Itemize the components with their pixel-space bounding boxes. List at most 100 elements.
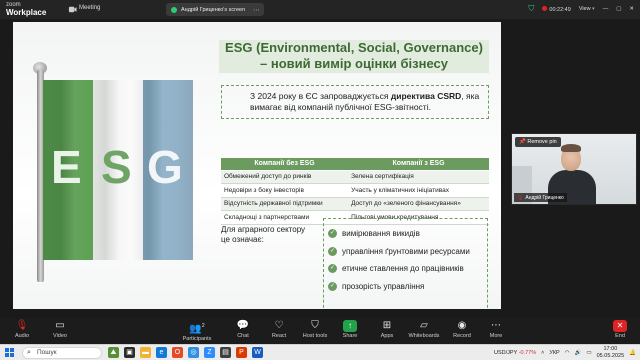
bullet-text: етичне ставлення до працівників	[342, 264, 464, 274]
list-item: ✓ управління ґрунтовими ресурсами	[328, 243, 487, 261]
language-indicator[interactable]: УКР	[549, 350, 559, 356]
maximize-icon[interactable]: ▢	[616, 6, 621, 12]
stock-widget[interactable]: USD/JPY -0.77%	[494, 350, 536, 356]
esg-flag: E S G	[43, 80, 193, 260]
chrome-icon[interactable]: ◎	[188, 347, 199, 358]
share-tab-label: Андрій Гриценко's screen	[181, 6, 246, 13]
heart-icon: ♡	[274, 320, 284, 331]
file-explorer-icon[interactable]: ▬	[140, 347, 151, 358]
people-icon: 👥2	[189, 323, 205, 335]
share-button[interactable]: ↑ Share	[330, 320, 370, 339]
recording-timer: 00:22:49	[542, 5, 571, 13]
table-cell: Зелена сертифікація	[348, 170, 489, 184]
flag-letter-g: G	[147, 141, 183, 193]
participants-button[interactable]: 👥2 Participants	[177, 320, 217, 342]
taskbar-search-input[interactable]: ⌕ Пошук	[22, 347, 102, 359]
timer-text: 00:22:49	[549, 6, 571, 13]
more-label: More	[489, 333, 503, 339]
wifi-icon[interactable]: ◠	[565, 350, 570, 356]
widgets-icon[interactable]: ⛰	[108, 347, 119, 358]
battery-icon[interactable]: ▭	[586, 350, 591, 356]
end-icon: ✕	[613, 320, 627, 332]
ticker-change: -0.77%	[518, 349, 537, 356]
table-row: Відсутність державної підтримки Доступ д…	[221, 197, 489, 211]
volume-icon[interactable]: 🔊	[575, 350, 582, 356]
flag-letter-s: S	[101, 141, 132, 193]
flag-letter-e: E	[51, 141, 82, 193]
react-button[interactable]: ♡ React	[259, 320, 299, 339]
screen-share-tab[interactable]: Андрій Гриценко's screen ⋯	[166, 3, 264, 16]
table-header: Компанії без ESG	[221, 158, 349, 171]
minimize-icon[interactable]: —	[603, 6, 609, 12]
list-item: ✓ прозорість управління	[328, 278, 487, 296]
logo-line2: Workplace	[6, 8, 47, 17]
end-label: End	[615, 333, 625, 339]
table-row: Обмежений доступ до ринків Зелена сертиф…	[221, 170, 489, 184]
callout-text-bold: директива CSRD	[390, 91, 462, 101]
check-icon: ✓	[328, 229, 337, 239]
more-button[interactable]: ⋯ More	[476, 320, 516, 339]
apps-button[interactable]: ⊞ Apps	[367, 320, 407, 339]
more-options-icon[interactable]: ⋯	[253, 6, 260, 14]
clock[interactable]: 17:00 05.05.2025	[597, 346, 625, 359]
table-cell: Відсутність державної підтримки	[221, 197, 349, 211]
security-shield-icon[interactable]: ⛉	[528, 4, 534, 14]
table-header: Компанії з ESG	[348, 158, 489, 171]
remove-pin-button[interactable]: 📌 Remove pin	[515, 137, 561, 147]
pin-icon: 📌	[519, 139, 526, 145]
meeting-toolbar: 🎙 Audio ▭ Video 👥2 Participants 💬 Chat ♡ Reac…	[0, 318, 640, 344]
windows-taskbar: ⌕ Пошук ⛰ ▣ ▬ e O ◎ Z ▤ P W USD/JPY -0.7…	[0, 344, 640, 360]
apps-label: Apps	[380, 333, 394, 339]
chevron-up-icon[interactable]: ˄	[541, 350, 544, 356]
sharing-indicator-icon	[171, 6, 177, 13]
edge-icon[interactable]: e	[156, 347, 167, 358]
recording-dot-icon	[542, 5, 548, 11]
search-icon: ⌕	[27, 349, 31, 356]
more-icon: ⋯	[491, 320, 501, 331]
participant-video-tile[interactable]: 📌 Remove pin 🎙 Андрій Гриценко	[511, 133, 637, 205]
share-icon: ↑	[343, 320, 357, 332]
clock-date: 05.05.2025	[596, 352, 625, 359]
office-icon[interactable]: O	[172, 347, 183, 358]
chat-button[interactable]: 💬 Chat	[223, 320, 263, 339]
participants-label: Participants	[182, 336, 212, 343]
close-icon[interactable]: ✕	[629, 6, 634, 12]
participant-hair	[561, 144, 581, 152]
end-button[interactable]: ✕ End	[600, 320, 640, 339]
whiteboards-label: Whiteboards	[408, 333, 440, 339]
powerpoint-icon[interactable]: P	[236, 347, 247, 358]
csrd-callout: З 2024 року в ЄС запроваджується директи…	[221, 85, 489, 119]
table-cell: Обмежений доступ до ринків	[221, 170, 349, 184]
chevron-down-icon: ▾	[592, 6, 595, 12]
list-item: ✓ вимірювання викидів	[328, 225, 487, 243]
shared-screen: E S G ESG (Environmental, Social, Govern…	[13, 22, 501, 309]
zoom-app-icon[interactable]: Z	[204, 347, 215, 358]
table-cell: Недовіри з боку інвесторів	[221, 183, 349, 198]
audio-button[interactable]: 🎙 Audio	[2, 320, 42, 339]
notifications-icon[interactable]: 🔔	[629, 350, 636, 356]
check-icon: ✓	[328, 264, 337, 274]
store-icon[interactable]: ▤	[220, 347, 231, 358]
host-tools-button[interactable]: ⛉ Host tools	[295, 320, 335, 339]
apps-icon: ⊞	[382, 320, 392, 331]
chat-icon: 💬	[236, 320, 250, 331]
whiteboards-button[interactable]: ▱ Whiteboards	[404, 320, 444, 339]
microphone-icon: 🎙	[15, 320, 29, 331]
bullet-text: вимірювання викидів	[342, 229, 420, 239]
task-view-icon[interactable]: ▣	[124, 347, 135, 358]
video-label: Video	[53, 333, 67, 339]
share-label: Share	[342, 333, 358, 339]
video-button[interactable]: ▭ Video	[40, 320, 80, 339]
bullet-text: прозорість управління	[342, 281, 425, 291]
system-tray: USD/JPY -0.77% ˄ УКР ◠ 🔊 ▭ 17:00 05.05.2…	[494, 346, 636, 359]
muted-mic-icon: 🎙	[517, 195, 524, 201]
shield-icon: ⛉	[311, 320, 319, 331]
presentation-slide: E S G ESG (Environmental, Social, Govern…	[13, 22, 501, 309]
meeting-icon[interactable]	[68, 5, 77, 14]
word-icon[interactable]: W	[252, 347, 263, 358]
remove-pin-label: Remove pin	[527, 139, 557, 145]
table-row: Недовіри з боку інвесторів Участь у клім…	[221, 183, 489, 198]
view-button[interactable]: View ▾	[579, 6, 595, 12]
windows-start-icon[interactable]	[5, 348, 14, 357]
meeting-label[interactable]: Meeting	[79, 5, 100, 11]
